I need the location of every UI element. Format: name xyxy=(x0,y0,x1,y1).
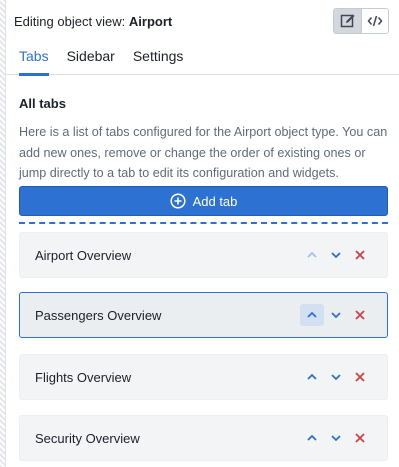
row-actions xyxy=(300,304,372,326)
remove-tab-button[interactable] xyxy=(348,304,372,326)
section-title: All tabs xyxy=(19,96,66,111)
tab-settings[interactable]: Settings xyxy=(133,40,184,75)
move-down-button[interactable] xyxy=(324,304,348,326)
chevron-down-icon xyxy=(331,374,341,381)
plus-circle-icon xyxy=(170,193,186,209)
close-icon xyxy=(355,250,365,260)
remove-tab-button[interactable] xyxy=(348,244,372,266)
mode-toggle xyxy=(333,8,389,34)
move-up-button[interactable] xyxy=(300,304,324,326)
close-icon xyxy=(355,372,365,382)
tab-sidebar[interactable]: Sidebar xyxy=(67,40,115,75)
title-prefix: Editing object view: xyxy=(14,13,129,29)
close-icon xyxy=(355,310,365,320)
code-mode-button[interactable] xyxy=(361,9,388,33)
close-icon xyxy=(355,433,365,443)
move-up-button[interactable] xyxy=(300,427,324,449)
chevron-down-icon xyxy=(331,252,341,259)
chevron-up-icon xyxy=(307,311,317,318)
remove-tab-button[interactable] xyxy=(348,366,372,388)
chevron-up-icon xyxy=(307,434,317,441)
row-actions xyxy=(300,366,372,388)
chevron-up-icon xyxy=(307,251,317,258)
add-tab-button[interactable]: Add tab xyxy=(19,186,388,216)
tab-list-item-label: Airport Overview xyxy=(35,247,132,263)
move-down-button[interactable] xyxy=(324,366,348,388)
object-view-editor-panel: Editing object view: Airport Tabs Sideba… xyxy=(6,0,399,467)
page-title: Editing object view: Airport xyxy=(14,14,172,29)
tab-list-item-label: Passengers Overview xyxy=(35,307,162,323)
edit-mode-button[interactable] xyxy=(334,9,361,33)
section-description: Here is a list of tabs configured for th… xyxy=(19,125,388,180)
move-down-button[interactable] xyxy=(324,244,348,266)
tab-tabs[interactable]: Tabs xyxy=(19,40,49,76)
tab-list-item[interactable]: Airport Overview xyxy=(19,232,388,278)
drop-indicator xyxy=(19,222,388,224)
tab-list-item-label: Flights Overview xyxy=(35,369,132,385)
object-name: Airport xyxy=(128,13,173,29)
move-down-button[interactable] xyxy=(324,427,348,449)
row-actions xyxy=(300,244,372,266)
remove-tab-button[interactable] xyxy=(348,427,372,449)
panel-header: Editing object view: Airport xyxy=(14,8,389,34)
tab-list-item-label: Security Overview xyxy=(35,430,140,446)
chevron-down-icon xyxy=(331,312,341,319)
tab-list-item[interactable]: Flights Overview xyxy=(19,354,388,400)
row-actions xyxy=(300,427,372,449)
edit-icon xyxy=(340,14,354,28)
add-tab-label: Add tab xyxy=(192,193,238,209)
chevron-up-icon xyxy=(307,373,317,380)
chevron-down-icon xyxy=(331,435,341,442)
code-icon xyxy=(367,15,383,27)
tab-list-item[interactable]: Passengers Overview xyxy=(19,292,388,338)
tab-list-item[interactable]: Security Overview xyxy=(19,415,388,461)
editor-tabs: Tabs Sidebar Settings xyxy=(6,40,399,76)
move-up-button[interactable] xyxy=(300,366,324,388)
move-up-button[interactable] xyxy=(300,244,324,266)
